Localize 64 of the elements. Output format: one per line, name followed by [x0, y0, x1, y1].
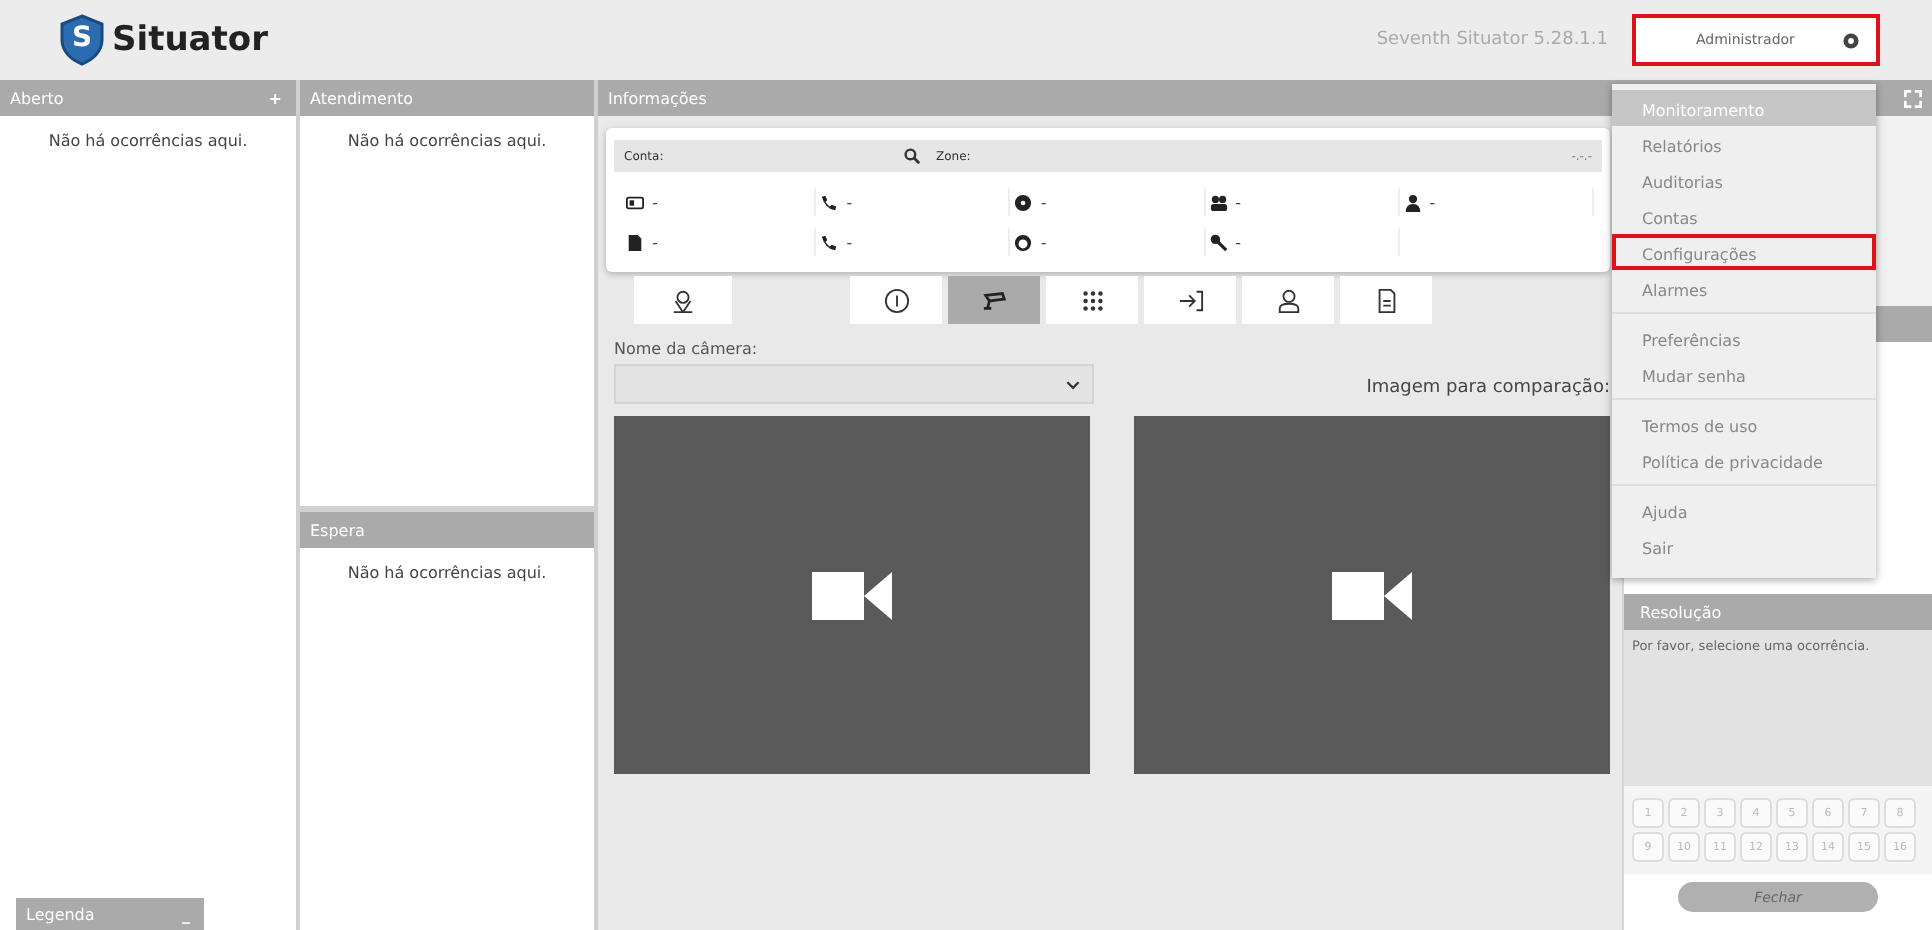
document-icon	[626, 233, 644, 251]
camera-icon	[981, 287, 1007, 313]
keypad-tab[interactable]	[1046, 276, 1138, 324]
menu-item[interactable]: Sair	[1612, 528, 1876, 564]
menu-item[interactable]: Mudar senha	[1612, 356, 1876, 392]
menu-item[interactable]: Política de privacidade	[1612, 442, 1876, 478]
keypad-icon	[1079, 287, 1105, 313]
video-camera-icon	[1332, 567, 1412, 623]
phone-icon	[820, 193, 839, 211]
menu-item[interactable]: Contas	[1612, 198, 1876, 234]
info-icon	[883, 287, 909, 313]
disc-icon	[1014, 193, 1033, 211]
id-card-icon	[626, 193, 644, 211]
login-tab[interactable]	[1144, 276, 1236, 324]
column-title: Atendimento	[310, 89, 414, 107]
menu-item[interactable]: Monitoramento	[1612, 90, 1876, 126]
empty-message: Não há ocorrências aqui.	[347, 132, 547, 150]
menu-item[interactable]: Termos de uso	[1612, 406, 1876, 442]
panel-title: Resolução	[1640, 603, 1722, 621]
map-icon	[670, 287, 696, 313]
field-value: -	[846, 193, 853, 211]
column-title: Aberto	[10, 89, 64, 107]
comparison-label: Imagem para comparação:	[1366, 378, 1610, 402]
user-tab[interactable]	[1242, 276, 1334, 324]
field-value: -	[1040, 193, 1047, 211]
field-value: -	[1429, 193, 1436, 211]
empty-message: Não há ocorrências aqui.	[347, 564, 547, 582]
menu-item[interactable]: Relatórios	[1612, 126, 1876, 162]
menu-item[interactable]: Alarmes	[1612, 270, 1876, 306]
field-value: -	[652, 193, 658, 211]
legend-title: Legenda	[26, 905, 95, 923]
gear-icon	[1842, 31, 1860, 49]
key-icon	[1209, 233, 1228, 251]
user-icon	[1275, 287, 1301, 313]
chevron-icon	[1066, 379, 1080, 389]
phone-icon	[820, 233, 839, 251]
version-text: Seventh Situator 5.28.1.1	[1376, 30, 1608, 50]
field-value: -	[1235, 233, 1241, 251]
file-icon	[1373, 287, 1399, 313]
menu-item[interactable]: Configurações	[1612, 234, 1876, 270]
file-tab[interactable]	[1340, 276, 1432, 324]
column-title: Espera	[310, 521, 365, 539]
add-button[interactable]: +	[264, 89, 286, 107]
field-value: -	[1235, 193, 1241, 211]
minimize-button[interactable]: _	[178, 905, 194, 923]
menu-item[interactable]: Preferências	[1612, 320, 1876, 356]
logo-text: Situator	[112, 20, 268, 60]
search-icon[interactable]	[904, 148, 920, 164]
empty-message: Não há ocorrências aqui.	[48, 132, 248, 150]
login-icon	[1177, 287, 1203, 313]
video-camera-icon	[812, 567, 892, 623]
field-value: -	[652, 233, 658, 251]
person-icon	[1403, 193, 1422, 211]
field-value: -	[846, 233, 853, 251]
map-tab[interactable]	[634, 276, 732, 324]
camera-tab[interactable]	[948, 276, 1040, 324]
menu-item[interactable]: Auditorias	[1612, 162, 1876, 198]
panel-title: Informações	[608, 89, 707, 107]
camera-name-label: Nome da câmera:	[614, 340, 760, 358]
menu-item[interactable]: Ajuda	[1612, 492, 1876, 528]
field-value: -	[1040, 233, 1047, 251]
info-tab[interactable]	[850, 276, 942, 324]
shield-logo: S	[60, 14, 104, 66]
group-icon	[1209, 193, 1228, 211]
